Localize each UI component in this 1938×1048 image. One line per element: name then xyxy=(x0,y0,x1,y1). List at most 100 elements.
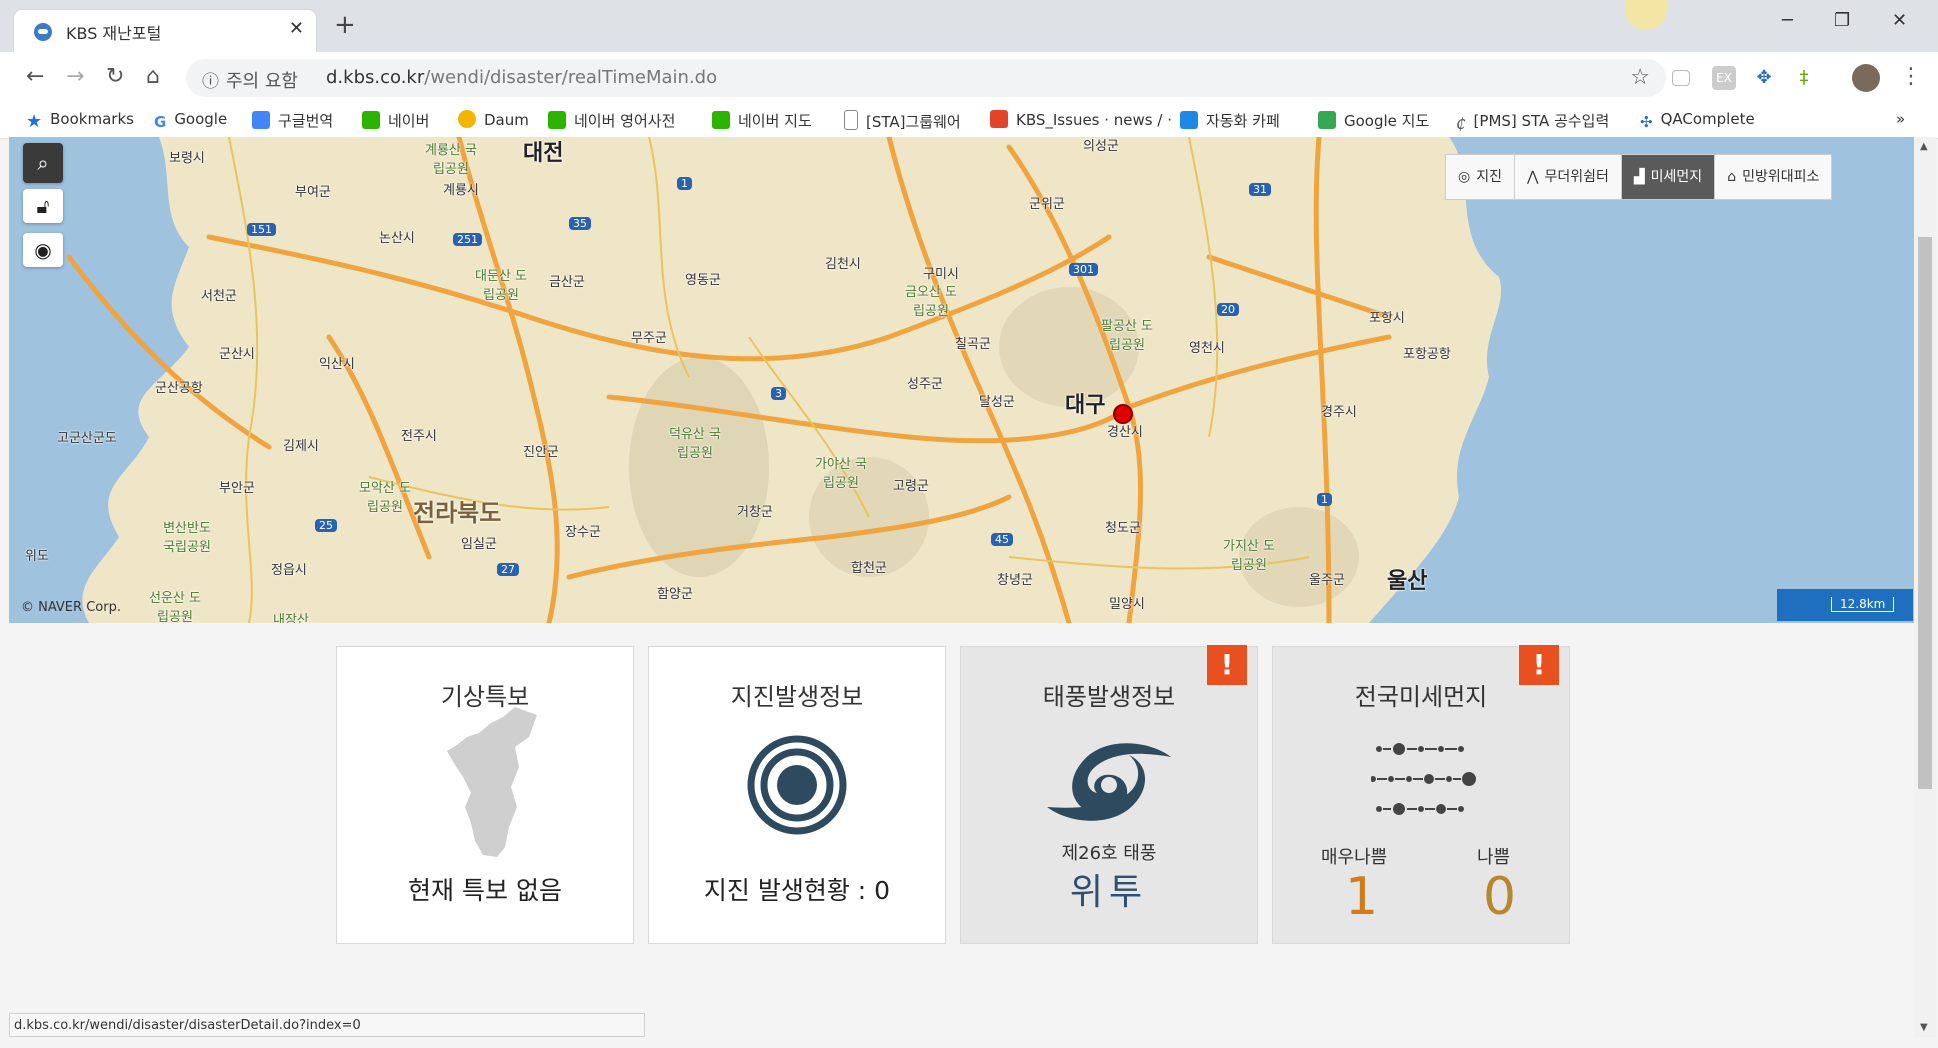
map-place-label: 군산공항 xyxy=(155,381,203,396)
star-icon: ★ xyxy=(26,111,43,132)
tent-icon: ⋀ xyxy=(1526,169,1539,185)
link-status-bar: d.kbs.co.kr/wendi/disaster/disasterDetai… xyxy=(9,1013,645,1037)
daum-icon xyxy=(458,110,476,128)
map-place-label: 밀양시 xyxy=(1109,597,1145,612)
map-place-label: 김천시 xyxy=(825,257,861,272)
map-place-label: 경산시 xyxy=(1107,425,1143,440)
naver-map-icon xyxy=(712,111,730,129)
cafe-icon xyxy=(1180,111,1198,129)
naver-icon xyxy=(362,111,380,129)
home-icon[interactable]: ⌂ xyxy=(146,64,160,89)
scroll-thumb[interactable] xyxy=(1918,237,1932,789)
layer-civil-shelter-button[interactable]: ⌂ 민방위대피소 xyxy=(1715,155,1831,199)
map-search-button[interactable]: ⌕ xyxy=(23,143,63,183)
card-title: 전국미세먼지 xyxy=(1354,683,1488,711)
map-place-label: 영동군 xyxy=(685,273,721,288)
card-body: 지진 발생현황 : 0 xyxy=(703,876,891,905)
map-place-label: 함양군 xyxy=(657,587,693,602)
kbs-favicon-icon xyxy=(34,23,52,41)
map-place-label: 고령군 xyxy=(893,479,929,494)
card-body: 현재 특보 없음 xyxy=(408,876,562,905)
browser-tab[interactable]: KBS 재난포털 ✕ xyxy=(14,10,316,52)
typhoon-info-card[interactable]: ! 태풍발생정보 제26호 태풍 위투 xyxy=(960,645,1258,944)
bookmark-item[interactable]: 자동화 카페 xyxy=(1180,110,1280,131)
unlock-icon: 🔓︎ xyxy=(36,194,50,218)
map-place-label: 영천시 xyxy=(1189,341,1225,356)
factory-icon: ▟ xyxy=(1633,169,1645,185)
route-shield: 31 xyxy=(1249,183,1271,196)
bookmark-item[interactable]: 네이버 지도 xyxy=(712,110,812,131)
map-place-label: 정읍시 xyxy=(271,563,307,578)
address-bar[interactable]: ⓘ 주의 요함 d.kbs.co.kr/wendi/disaster/realT… xyxy=(186,59,1666,97)
window-close-button[interactable]: ✕ xyxy=(1892,10,1907,31)
extension-ladder-icon[interactable]: ‡ xyxy=(1792,66,1816,90)
back-icon[interactable]: ← xyxy=(26,64,44,89)
map-place-label: 대구 xyxy=(1065,393,1106,418)
bookmarks-more-button[interactable]: » xyxy=(1896,110,1905,128)
dust-particles-icon xyxy=(1371,743,1476,815)
house-icon: ⌂ xyxy=(1727,169,1737,185)
page-scrollbar[interactable]: ▲ ▼ xyxy=(1914,137,1936,1037)
map-view[interactable]: 151 251 35 1 31 301 20 3 25 27 45 1 대전 대… xyxy=(9,137,1914,623)
new-tab-button[interactable]: + xyxy=(334,10,356,40)
map-place-label: 금오산 도립공원 xyxy=(905,285,957,319)
route-shield: 27 xyxy=(497,563,519,576)
map-place-label: 위도 xyxy=(25,549,49,564)
gitlab-icon xyxy=(990,110,1008,128)
bookmark-item[interactable]: G Google xyxy=(154,110,227,131)
map-place-label: 계룡시 xyxy=(443,183,479,198)
scroll-down-icon[interactable]: ▼ xyxy=(1920,1022,1928,1033)
bookmark-item[interactable]: [STA]그룹웨어 xyxy=(844,110,961,132)
info-icon[interactable]: ⓘ xyxy=(202,67,219,92)
bookmark-item[interactable]: Daum xyxy=(458,110,529,129)
bookmark-item[interactable]: KBS_Issues · news / · xyxy=(990,110,1172,129)
forward-icon[interactable]: → xyxy=(66,64,84,89)
earthquake-info-card[interactable]: 지진발생정보 지진 발생현황 : 0 xyxy=(648,646,946,944)
profile-avatar[interactable] xyxy=(1852,64,1880,92)
target-icon: ◎ xyxy=(1458,169,1471,185)
translate-icon xyxy=(252,111,270,129)
bookmark-item[interactable]: 네이버 xyxy=(362,110,429,131)
browser-toolbar: ← → ↻ ⌂ ⓘ 주의 요함 d.kbs.co.kr/wendi/disast… xyxy=(0,52,1938,104)
tab-title: KBS 재난포털 xyxy=(66,24,162,43)
map-place-label: 임실군 xyxy=(461,537,497,552)
pms-icon: ₵ xyxy=(1456,115,1466,133)
layer-heat-shelter-button[interactable]: ⋀ 무더위쉼터 xyxy=(1515,155,1622,199)
map-place-label: 고군산군도 xyxy=(57,431,117,446)
bookmark-item[interactable]: Google 지도 xyxy=(1318,110,1429,131)
bookmark-star-icon[interactable]: ☆ xyxy=(1630,65,1650,90)
restore-button[interactable]: ❐ xyxy=(1834,10,1850,31)
menu-icon[interactable]: ⋮ xyxy=(1900,64,1922,89)
map-locate-button[interactable]: ◉ xyxy=(23,233,63,267)
map-place-label: 익산시 xyxy=(319,357,355,372)
map-lock-button[interactable]: 🔓︎ xyxy=(23,189,63,223)
tab-close-icon[interactable]: ✕ xyxy=(289,18,304,39)
bookmark-item[interactable]: ✣ QAComplete xyxy=(1640,110,1755,131)
fine-dust-card[interactable]: ! 전국미세먼지 매우나쁨 1 나쁨 0 xyxy=(1272,645,1570,944)
weather-warning-card[interactable]: 기상특보 현재 특보 없음 xyxy=(336,646,634,944)
map-place-label: 거창군 xyxy=(737,505,773,520)
map-place-label: 가야산 국립공원 xyxy=(815,457,867,491)
map-place-label: 보령시 xyxy=(169,151,205,166)
security-label[interactable]: 주의 요함 xyxy=(226,67,298,93)
url-host: d.kbs.co.kr xyxy=(326,67,425,88)
url-text[interactable]: d.kbs.co.kr/wendi/disaster/realTimeMain.… xyxy=(326,67,717,88)
bookmark-item[interactable]: ★ Bookmarks xyxy=(26,110,134,132)
reload-icon[interactable]: ↻ xyxy=(106,64,124,89)
bookmark-item[interactable]: 구글번역 xyxy=(252,110,333,131)
extension-ex-icon[interactable]: EX xyxy=(1712,66,1736,90)
extension-arrows-icon[interactable]: ✥ xyxy=(1752,66,1776,90)
map-place-label: 팔공산 도립공원 xyxy=(1101,319,1153,353)
layer-fine-dust-button[interactable]: ▟ 미세먼지 xyxy=(1621,155,1716,199)
route-shield: 3 xyxy=(771,387,786,400)
browser-tabbar: KBS 재난포털 ✕ + ─ ❐ ✕ xyxy=(0,0,1938,52)
bookmark-item[interactable]: ₵ [PMS] STA 공수입력 xyxy=(1456,110,1609,133)
typhoon-number: 제26호 태풍 xyxy=(1061,843,1157,864)
map-place-label: 울산 xyxy=(1387,569,1428,594)
minimize-button[interactable]: ─ xyxy=(1782,10,1793,31)
bookmark-item[interactable]: 네이버 영어사전 xyxy=(548,110,675,131)
layer-earthquake-button[interactable]: ◎ 지진 xyxy=(1446,155,1515,199)
extension-icon[interactable] xyxy=(1672,70,1690,86)
scroll-up-icon[interactable]: ▲ xyxy=(1920,141,1928,152)
map-place-label: 내장산 xyxy=(273,613,309,623)
